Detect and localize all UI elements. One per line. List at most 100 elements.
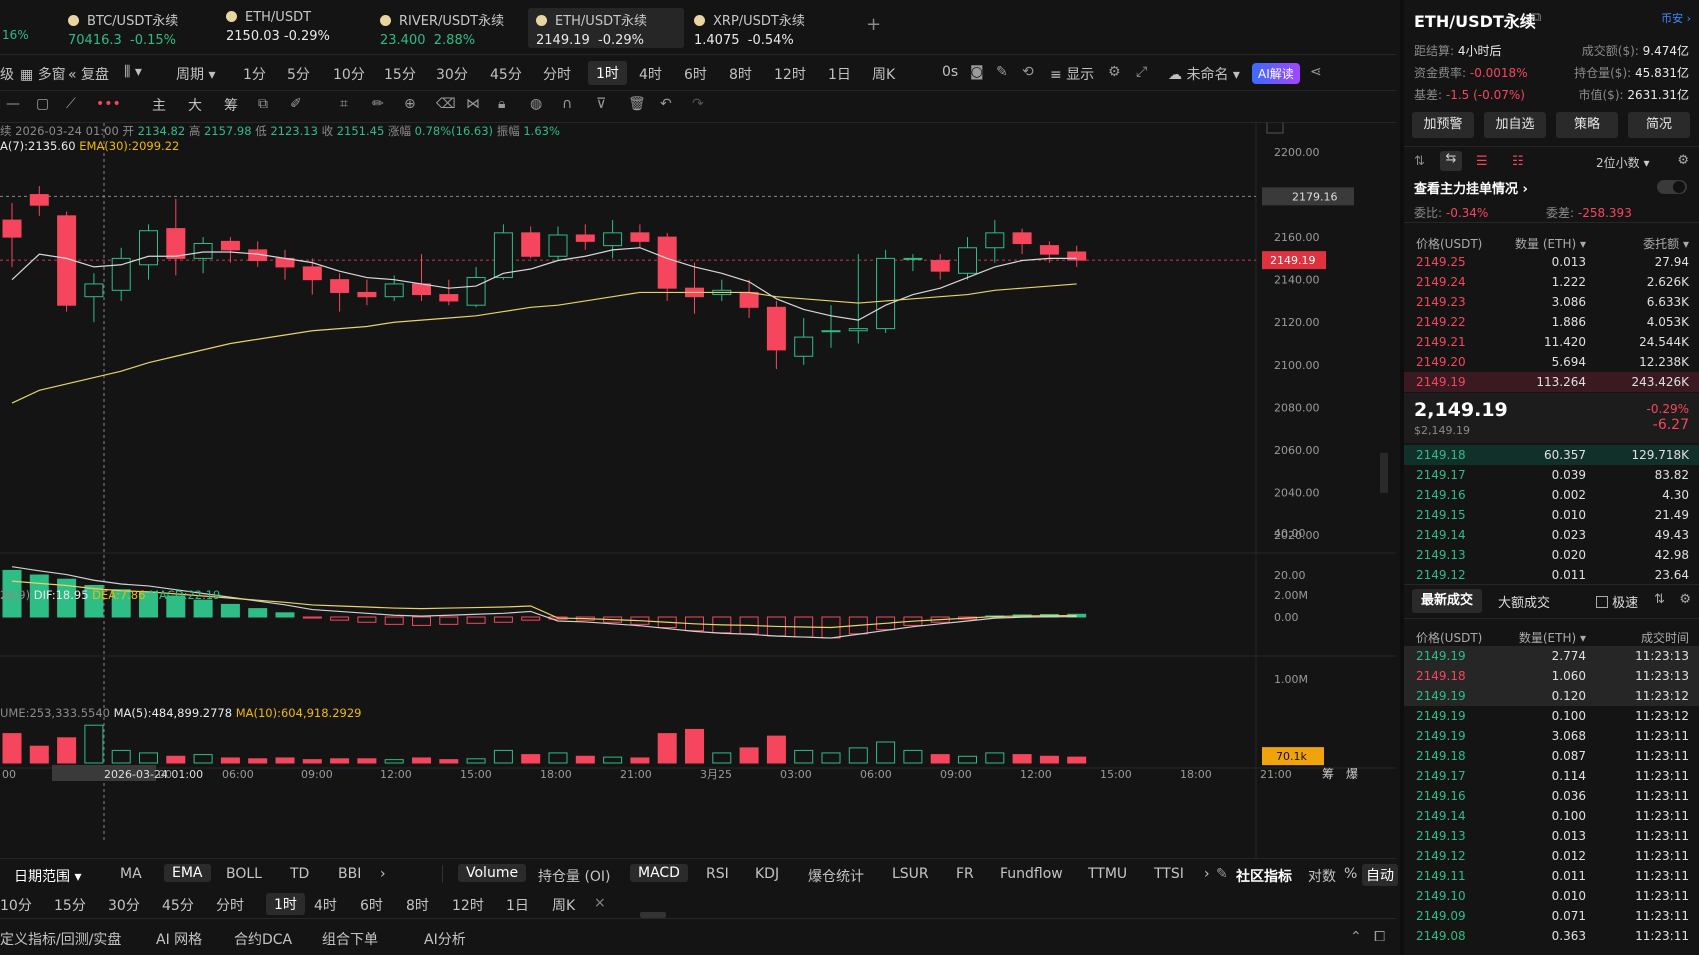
interval-12h[interactable]: 12时: [774, 64, 806, 84]
large-order-button[interactable]: 大: [188, 95, 202, 115]
ob-layout-icon[interactable]: ⇆: [1440, 151, 1462, 171]
trade-row[interactable]: 2149.19 0.100 11:23:12: [1404, 706, 1699, 726]
dots-tool-icon[interactable]: •••: [96, 96, 121, 112]
interval-1d[interactable]: 1日: [828, 64, 851, 84]
ask-row[interactable]: 2149.22 1.886 4.053K: [1404, 312, 1699, 332]
filter-icon[interactable]: ⊽: [596, 96, 606, 112]
main-orders-link[interactable]: 查看主力挂单情况 ›: [1414, 178, 1528, 197]
overview-button[interactable]: 简况: [1628, 112, 1690, 138]
bid-row[interactable]: 2149.13 0.020 42.98: [1404, 545, 1699, 565]
trade-row[interactable]: 2149.13 0.013 11:23:11: [1404, 826, 1699, 846]
zoom-icon[interactable]: ⊕: [404, 96, 416, 112]
binterval-12h[interactable]: 12时: [452, 895, 484, 915]
subind-rsi[interactable]: RSI: [706, 866, 729, 882]
chart-area[interactable]: 2200.002180.002160.002140.002120.002100.…: [0, 123, 1396, 858]
trade-row[interactable]: 2149.11 0.011 11:23:11: [1404, 866, 1699, 886]
ask-row[interactable]: 2149.25 0.013 27.94: [1404, 252, 1699, 272]
add-favorite-button[interactable]: 加自选: [1484, 112, 1546, 138]
undo-layout-icon[interactable]: ⟲: [1022, 64, 1034, 80]
bid-row[interactable]: 2149.12 0.011 23.64: [1404, 565, 1699, 585]
ask-row[interactable]: 2149.24 1.222 2.626K: [1404, 272, 1699, 292]
tool-combo-order[interactable]: 组合下单: [322, 929, 378, 949]
interval-1h-selected[interactable]: 1时: [588, 61, 627, 85]
binterval-15m[interactable]: 15分: [54, 895, 86, 915]
period-dropdown[interactable]: 周期 ▾: [176, 64, 215, 84]
binterval-timeline[interactable]: 分时: [216, 895, 244, 915]
trade-row[interactable]: 2149.16 0.036 11:23:11: [1404, 786, 1699, 806]
replay-button[interactable]: « 复盘: [68, 64, 109, 84]
copy-icon[interactable]: ⧉: [1532, 10, 1541, 25]
auto-scale-toggle[interactable]: 自动: [1362, 864, 1398, 886]
trade-row[interactable]: 2149.09 0.071 11:23:11: [1404, 906, 1699, 926]
collapse-up-icon[interactable]: ⌃: [1350, 929, 1362, 945]
more-sub-indicators-icon[interactable]: ›: [1204, 866, 1210, 882]
tool-contract-dca[interactable]: 合约DCA: [234, 929, 292, 949]
share-icon[interactable]: ⋖: [1310, 64, 1322, 80]
sort-icon[interactable]: ⇅: [1654, 592, 1665, 607]
community-indicators[interactable]: 社区指标: [1236, 866, 1292, 886]
percent-scale-toggle[interactable]: %: [1344, 866, 1357, 882]
interval-timeline[interactable]: 分时: [543, 64, 571, 84]
bid-row[interactable]: 2149.17 0.039 83.82: [1404, 465, 1699, 485]
interval-45m[interactable]: 45分: [490, 64, 522, 84]
tab-large-trades[interactable]: 大额成交: [1498, 592, 1550, 611]
log-scale-toggle[interactable]: 对数: [1308, 866, 1336, 886]
ob-amount-header[interactable]: 委托额 ▾: [1643, 235, 1689, 252]
line-tool-icon[interactable]: —: [6, 96, 20, 112]
ask-row[interactable]: 2149.20 5.694 12.238K: [1404, 352, 1699, 372]
tab-eth-spot[interactable]: ETH/USDT 2150.03 -0.29%: [218, 8, 338, 48]
decimals-dropdown[interactable]: 2位小数 ▾: [1596, 154, 1649, 171]
bid-row[interactable]: 2149.18 60.357 129.718K: [1404, 445, 1699, 465]
binterval-week[interactable]: 周K: [552, 895, 575, 915]
binterval-6h[interactable]: 6时: [360, 895, 383, 915]
ai-analyze-button[interactable]: AI解读: [1252, 63, 1300, 84]
panel-resize-handle[interactable]: [640, 912, 666, 918]
brush-icon[interactable]: ✐: [290, 96, 302, 112]
ray-tool-icon[interactable]: ⟋: [66, 96, 76, 112]
subind-kdj[interactable]: KDJ: [755, 866, 779, 882]
subind-lsur[interactable]: LSUR: [892, 866, 929, 882]
crop-icon[interactable]: ⌗: [340, 96, 348, 112]
trade-row[interactable]: 2149.19 0.120 11:23:12: [1404, 686, 1699, 706]
interval-15m[interactable]: 15分: [384, 64, 416, 84]
redo-icon[interactable]: ↷: [692, 96, 704, 112]
camera-icon[interactable]: ◙: [970, 64, 984, 80]
ob-asks-icon[interactable]: ☰: [1476, 154, 1488, 169]
interval-week[interactable]: 周K: [872, 64, 895, 84]
tab-eth-perp-active[interactable]: ETH/USDT永续 2149.19 -0.29%: [528, 8, 684, 48]
trade-row[interactable]: 2149.18 0.087 11:23:11: [1404, 746, 1699, 766]
subind-macd[interactable]: MACD: [630, 864, 688, 882]
subind-ttmu[interactable]: TTMU: [1088, 866, 1127, 882]
interval-6h[interactable]: 6时: [684, 64, 707, 84]
toolbar-item[interactable]: 级: [0, 64, 14, 84]
settings-icon[interactable]: ⚙: [1108, 64, 1121, 80]
tab-latest-trades[interactable]: 最新成交: [1412, 589, 1482, 613]
interval-30m[interactable]: 30分: [436, 64, 468, 84]
magnet-icon[interactable]: ∩: [562, 96, 572, 112]
trade-row[interactable]: 2149.10 0.010 11:23:11: [1404, 886, 1699, 906]
fast-mode-checkbox[interactable]: 极速: [1596, 592, 1638, 611]
ob-qty-header[interactable]: 数量 (ETH) ▾: [1515, 235, 1586, 252]
trade-row[interactable]: 2149.17 0.114 11:23:11: [1404, 766, 1699, 786]
bid-row[interactable]: 2149.14 0.023 49.43: [1404, 525, 1699, 545]
binterval-1h-selected[interactable]: 1时: [266, 893, 305, 915]
binterval-30m[interactable]: 30分: [108, 895, 140, 915]
pattern-icon[interactable]: ⋈: [466, 96, 480, 112]
ask-row[interactable]: 2149.21 11.420 24.544K: [1404, 332, 1699, 352]
main-orders-toggle[interactable]: [1657, 180, 1687, 194]
subind-fr[interactable]: FR: [956, 866, 974, 882]
trade-qty-header[interactable]: 数量(ETH) ▾: [1519, 629, 1586, 646]
bid-row[interactable]: 2149.16 0.002 4.30: [1404, 485, 1699, 505]
interval-4h[interactable]: 4时: [639, 64, 662, 84]
subind-liquidation[interactable]: 爆仓统计: [808, 866, 864, 886]
subind-fundflow[interactable]: Fundflow: [1000, 866, 1063, 882]
compare-icon[interactable]: ⧉: [258, 96, 268, 112]
ob-bids-icon[interactable]: ☷: [1512, 154, 1524, 169]
binterval-10m[interactable]: 10分: [0, 895, 32, 915]
tool-custom-indicator[interactable]: 定义指标/回测/实盘: [0, 929, 121, 949]
indicator-ma[interactable]: MA: [120, 866, 142, 882]
ruler-icon[interactable]: ✏: [372, 96, 384, 112]
undo-icon[interactable]: ↶: [660, 96, 672, 112]
tab-river[interactable]: RIVER/USDT永续 23.400 2.88%: [372, 8, 512, 48]
tool-ai-grid[interactable]: AI 网格: [156, 929, 202, 949]
